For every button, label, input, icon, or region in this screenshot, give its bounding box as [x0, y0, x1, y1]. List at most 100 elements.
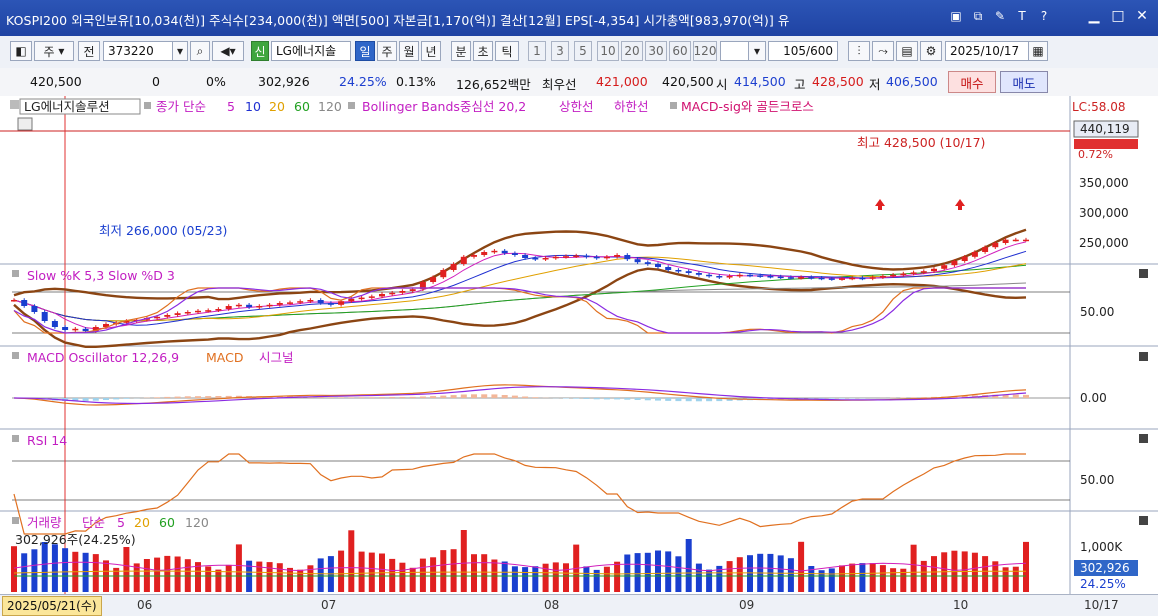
candle [665, 267, 671, 270]
candle [481, 252, 487, 255]
chart-svg[interactable]: LG에너지솔루션 종가 단순 5 10 20 60 120 Bollinger … [0, 96, 1158, 594]
indicator-icon[interactable]: ⫶ [848, 41, 870, 61]
text-icon[interactable]: T [1014, 8, 1030, 24]
volume-bar [849, 564, 855, 592]
candle [297, 301, 303, 303]
candle [532, 258, 538, 260]
volume-bar [359, 552, 365, 592]
sell-button[interactable]: 매도 [1000, 71, 1048, 93]
prev-button[interactable]: 전 [78, 41, 100, 61]
toolbar: ◧ 주 ▾ 전 373220 ▾ ⌕ ◀▾ 신 LG에너지솔 일 주 월 년 분… [0, 36, 1158, 69]
chart-area[interactable]: LG에너지솔루션 종가 단순 5 10 20 60 120 Bollinger … [0, 96, 1158, 594]
open-label: 시 [716, 74, 728, 93]
settings-icon[interactable]: ✎ [992, 8, 1008, 24]
num-3[interactable]: 3 [551, 41, 569, 61]
macd-osc-bar [624, 398, 630, 400]
close-icon[interactable]: ✕ [1132, 6, 1152, 26]
buy-button[interactable]: 매수 [948, 71, 996, 93]
period-second[interactable]: 초 [473, 41, 493, 61]
rsi-legend: RSI 14 [27, 433, 67, 448]
num-5[interactable]: 5 [574, 41, 592, 61]
date-input[interactable]: 2025/10/17 [945, 41, 1029, 61]
candle [686, 271, 692, 273]
num-20[interactable]: 20 [621, 41, 643, 61]
candle [1003, 240, 1009, 243]
minimize-icon[interactable]: ▁ [1084, 6, 1104, 26]
code-dropdown-icon[interactable]: ▾ [172, 41, 188, 61]
volume-bar [675, 556, 681, 592]
macd-osc-bar [604, 398, 610, 399]
period-day[interactable]: 일 [355, 41, 375, 61]
maximize-icon[interactable]: □ [1108, 6, 1128, 26]
mode-select[interactable]: 주 ▾ [34, 41, 74, 61]
candle [839, 278, 845, 280]
help-icon[interactable]: ? [1036, 8, 1052, 24]
volume-bar [870, 563, 876, 592]
macd-osc-bar [522, 397, 528, 399]
num-10[interactable]: 10 [597, 41, 619, 61]
stock-info-title: KOSPI200 외국인보유[10,034(천)] 주식수[234,000(천)… [6, 10, 789, 29]
save-icon[interactable]: ▤ [896, 41, 918, 61]
num-1[interactable]: 1 [528, 41, 546, 61]
macd-osc-bar [696, 398, 702, 401]
num-30[interactable]: 30 [645, 41, 667, 61]
volume-bar [1013, 567, 1019, 592]
volume-bar [747, 555, 753, 592]
volume-bar [614, 562, 620, 592]
period-minute[interactable]: 분 [451, 41, 471, 61]
open-value: 414,500 [734, 74, 786, 89]
num-60[interactable]: 60 [669, 41, 691, 61]
sound-icon[interactable]: ◀▾ [212, 41, 244, 61]
grid-icon[interactable] [18, 118, 32, 130]
line-tool-icon[interactable]: ⤳ [872, 41, 894, 61]
layout-icon[interactable]: ▣ [948, 8, 964, 24]
data-count[interactable]: 105/600 [768, 41, 838, 61]
volume-bar [972, 553, 978, 592]
candle [318, 300, 324, 303]
panel-close-icon[interactable] [1139, 352, 1148, 361]
period-tick[interactable]: 틱 [495, 41, 519, 61]
high-value: 428,500 [812, 74, 864, 89]
panel-close-icon[interactable] [1139, 516, 1148, 525]
calendar-icon[interactable]: ▦ [1028, 41, 1048, 61]
period-month[interactable]: 월 [399, 41, 419, 61]
volume-bar [696, 564, 702, 592]
candle [226, 306, 232, 309]
macd-osc-bar [389, 397, 395, 398]
volume-bar [798, 542, 804, 592]
month-jul: 07 [321, 598, 336, 612]
chart-layout-icon[interactable]: ◧ [10, 41, 32, 61]
macd-osc-bar [706, 398, 712, 401]
legend-ma5: 5 [227, 99, 235, 114]
candle [727, 276, 733, 278]
vol-ma60: 60 [159, 515, 175, 530]
low-value: 406,500 [886, 74, 938, 89]
window-buttons: ▁ □ ✕ [1084, 6, 1152, 26]
num-120[interactable]: 120 [693, 41, 717, 61]
candle [154, 317, 160, 319]
new-button[interactable]: 신 [251, 41, 269, 61]
volume-bar [420, 559, 426, 592]
custom-period-dropdown-icon[interactable]: ▾ [748, 41, 766, 61]
volume-bar [267, 562, 273, 592]
volume-bar [236, 544, 242, 592]
macd-osc-bar [123, 398, 129, 399]
search-icon[interactable]: ⌕ [190, 41, 210, 61]
panel-close-icon[interactable] [1139, 434, 1148, 443]
macd-osc-bar [369, 397, 375, 398]
period-week[interactable]: 주 [377, 41, 397, 61]
vol-ma5: 5 [117, 515, 125, 530]
panel-close-icon[interactable] [1139, 269, 1148, 278]
candle [583, 256, 589, 258]
golden-cross-arrow-stem [878, 206, 882, 210]
copy-icon[interactable]: ⧉ [970, 8, 986, 24]
period-year[interactable]: 년 [421, 41, 441, 61]
candle [83, 329, 89, 331]
month-oct: 10 [953, 598, 968, 612]
stock-name-field[interactable]: LG에너지솔 [271, 41, 351, 61]
stock-code-input[interactable]: 373220 [103, 41, 173, 61]
gear-icon[interactable]: ⚙ [920, 41, 942, 61]
candle [737, 275, 743, 277]
volume-bar [369, 553, 375, 592]
volume-bar [62, 548, 68, 592]
